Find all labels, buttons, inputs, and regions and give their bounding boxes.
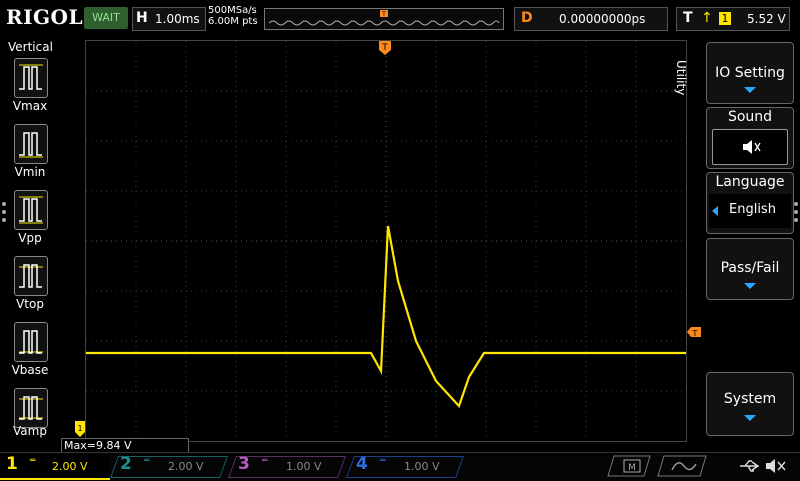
channel-1-offset-marker-icon[interactable]: 1 — [74, 420, 86, 438]
channel-1-tab[interactable]: 1 ═ 2.00 V — [0, 454, 110, 480]
channel-3-number: 3 — [238, 454, 250, 474]
left-menu-title: Vertical — [8, 40, 53, 54]
page-dots-left-icon — [2, 202, 6, 222]
rising-edge-icon: ↑ — [701, 10, 713, 26]
vbase-label: Vbase — [11, 363, 49, 377]
channel-3-tab[interactable]: 3 ═ 1.00 V — [227, 454, 347, 478]
vtop-icon — [19, 264, 43, 288]
delay-key: D — [521, 10, 533, 26]
vbase-button[interactable] — [14, 322, 48, 362]
right-menu-title: Utility — [674, 60, 688, 96]
system-button[interactable]: System — [706, 372, 794, 436]
channel-2-scale: 2.00 V — [168, 460, 204, 473]
language-button[interactable]: Language English — [706, 172, 794, 234]
speaker-muted-status-icon[interactable] — [764, 457, 788, 475]
vamp-label: Vamp — [13, 424, 47, 438]
language-value: English — [729, 202, 776, 217]
system-label: System — [723, 391, 777, 407]
left-arrow-icon — [712, 206, 718, 216]
trigger-channel-badge: 1 — [719, 12, 731, 25]
dc-coupling-icon: ═ — [144, 456, 150, 466]
io-setting-label: IO Setting — [715, 65, 785, 81]
timebase-key: H — [136, 10, 148, 26]
delay-value: 0.00000000ps — [559, 12, 646, 26]
vtop-label: Vtop — [16, 297, 44, 311]
trigger-level-marker-icon[interactable]: T — [686, 326, 702, 338]
sound-button[interactable]: Sound — [706, 107, 794, 169]
graticule-grid — [86, 41, 686, 441]
channel-2-tab[interactable]: 2 ═ 2.00 V — [109, 454, 229, 478]
waveform-graticule — [86, 41, 686, 441]
math-icon[interactable]: M — [607, 455, 651, 477]
svg-text:T: T — [381, 43, 388, 53]
vpp-button[interactable] — [14, 190, 48, 230]
vmax-icon — [19, 64, 43, 90]
vmin-label: Vmin — [14, 165, 46, 179]
channel-3-scale: 1.00 V — [286, 460, 322, 473]
channel-1-scale: 2.00 V — [52, 460, 88, 473]
dc-coupling-icon: ═ — [262, 456, 268, 466]
channel-2-number: 2 — [120, 454, 132, 474]
trigger-key: T — [683, 10, 693, 26]
brand-logo: RIGOL — [6, 5, 84, 29]
vamp-icon — [19, 396, 43, 420]
pass-fail-button[interactable]: Pass/Fail — [706, 238, 794, 300]
vmax-label: Vmax — [12, 99, 48, 113]
acquisition-info: 500MSa/s 6.00M pts — [208, 5, 258, 27]
language-value-box: English — [709, 194, 791, 228]
delay-box[interactable]: D 0.00000000ps — [514, 7, 668, 31]
channel-1-number: 1 — [6, 454, 18, 474]
trigger-position-icon[interactable]: T — [378, 40, 392, 56]
memory-waveform-overview: T — [268, 10, 500, 26]
vpp-label: Vpp — [18, 231, 42, 245]
sample-rate: 500MSa/s — [208, 5, 257, 16]
svg-text:T: T — [692, 329, 698, 338]
vmin-button[interactable] — [14, 124, 48, 164]
submenu-arrow-icon — [744, 415, 756, 421]
vamp-button[interactable] — [14, 388, 48, 428]
waveform-display[interactable] — [85, 40, 687, 442]
channel-4-tab[interactable]: 4 ═ 1.00 V — [345, 454, 465, 478]
timebase-box[interactable]: H 1.00ms — [132, 7, 206, 31]
sound-value-box — [712, 129, 788, 165]
run-status-badge[interactable]: WAIT — [84, 7, 128, 29]
dc-coupling-icon: ═ — [30, 456, 36, 466]
trigger-position-marker-icon: T — [380, 10, 388, 18]
reference-waveform-icon[interactable] — [657, 455, 707, 477]
timebase-value: 1.00ms — [155, 12, 200, 26]
trigger-level: 5.52 V — [747, 12, 786, 26]
memory-depth: 6.00M pts — [208, 16, 258, 27]
trigger-box[interactable]: T ↑ 1 5.52 V — [676, 7, 790, 31]
channel-4-scale: 1.00 V — [404, 460, 440, 473]
pass-fail-label: Pass/Fail — [720, 260, 780, 276]
io-setting-button[interactable]: IO Setting — [706, 42, 794, 104]
speaker-muted-icon — [743, 140, 761, 154]
vpp-icon — [19, 196, 43, 224]
submenu-arrow-icon — [744, 87, 756, 93]
channel-4-number: 4 — [356, 454, 368, 474]
vmax-button[interactable] — [14, 58, 48, 98]
language-label: Language — [715, 174, 785, 190]
svg-text:T: T — [381, 11, 386, 18]
math-ref-buttons: M — [607, 455, 707, 477]
usb-icon — [740, 460, 760, 472]
vmin-icon — [19, 132, 43, 158]
submenu-arrow-icon — [744, 283, 756, 289]
sound-label: Sound — [727, 109, 773, 125]
vbase-icon — [19, 330, 43, 354]
vtop-button[interactable] — [14, 256, 48, 296]
svg-text:M: M — [628, 463, 636, 473]
dc-coupling-icon: ═ — [380, 456, 386, 466]
svg-text:1: 1 — [77, 424, 82, 433]
memory-overview-strip[interactable]: T — [264, 8, 504, 30]
